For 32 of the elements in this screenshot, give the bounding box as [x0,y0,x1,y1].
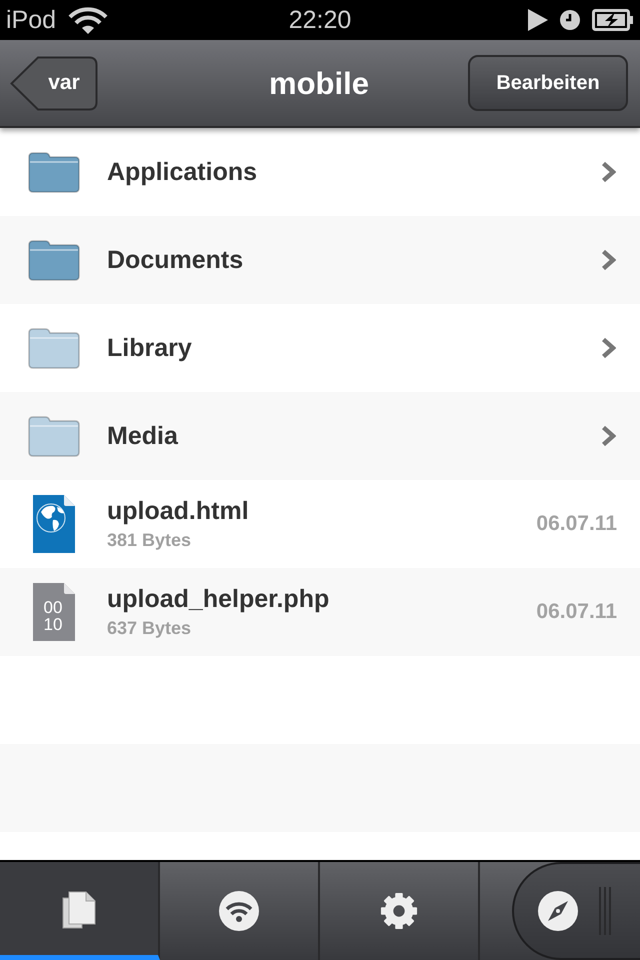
compass-tab[interactable] [512,862,640,960]
folder-name: Documents [107,245,244,275]
settings-icon [380,892,418,930]
clock-icon [560,10,580,30]
compass-icon [538,891,578,931]
file-date: 06.07.11 [536,511,617,538]
back-button[interactable]: var [10,56,98,110]
wifi-signal-icon [68,6,108,34]
grip-icon [598,887,612,935]
file-size: 637 Bytes [107,617,192,640]
chevron-icon [601,337,616,359]
globe-document-icon [33,495,75,553]
binary-document-icon: 00 10 [33,583,75,641]
file-size: 381 Bytes [107,529,192,552]
folder-name: Library [107,333,193,363]
chevron-icon [601,161,616,183]
documents-icon [62,891,96,929]
file-name: upload.html [107,496,250,526]
file-date: 06.07.11 [536,599,617,626]
folder-name: Media [107,421,179,451]
folder-name: Applications [107,157,258,187]
device-name: iPod [6,8,56,32]
edit-button[interactable]: Bearbeiten [468,55,628,111]
file-name: upload_helper.php [107,584,330,614]
chevron-icon [601,425,616,447]
clock-time: 22:20 [288,8,352,32]
play-icon [528,9,548,31]
wifi-icon [219,891,259,931]
chevron-icon [601,249,616,271]
files-tab[interactable] [0,862,160,960]
battery-icon [592,9,634,31]
screen-title: mobile [268,68,370,98]
